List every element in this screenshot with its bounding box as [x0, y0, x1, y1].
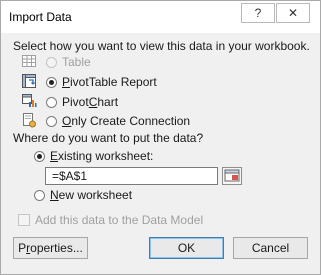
pivotchart-icon — [22, 94, 37, 107]
data-model-label: Add this data to the Data Model — [35, 213, 204, 227]
cell-reference-input[interactable]: =$A$1 — [45, 167, 218, 185]
existing-worksheet-label: Existing worksheet: — [50, 149, 154, 163]
pivottable-icon — [22, 74, 36, 88]
help-button[interactable]: ? — [241, 3, 275, 23]
pivottable-label: PivotTable Report — [62, 75, 157, 89]
properties-button[interactable]: Properties... — [13, 237, 88, 259]
ok-button[interactable]: OK — [149, 237, 224, 259]
pivotchart-radio[interactable] — [46, 97, 57, 108]
view-heading: Select how you want to view this data in… — [13, 39, 310, 53]
connection-label: Only Create Connection — [62, 114, 191, 128]
cancel-button[interactable]: Cancel — [233, 237, 308, 259]
new-worksheet-label: New worksheet — [50, 188, 133, 202]
new-worksheet-radio[interactable] — [34, 190, 45, 201]
existing-worksheet-radio[interactable] — [34, 151, 45, 162]
title-bar[interactable]: Import Data ? ✕ — [1, 1, 320, 33]
data-model-checkbox[interactable] — [18, 214, 30, 226]
pivotchart-label: PivotChart — [62, 95, 119, 109]
import-data-dialog: Import Data ? ✕ Select how you want to v… — [0, 0, 321, 275]
close-button[interactable]: ✕ — [276, 3, 310, 23]
range-select-icon — [224, 169, 240, 182]
collapse-dialog-button[interactable] — [222, 167, 242, 185]
dialog-title: Import Data — [9, 10, 72, 24]
table-label: Table — [62, 55, 91, 69]
destination-heading: Where do you want to put the data? — [13, 131, 204, 145]
pivottable-radio[interactable] — [46, 77, 57, 88]
connection-icon — [23, 113, 36, 128]
connection-radio[interactable] — [46, 116, 57, 127]
table-icon — [22, 55, 36, 67]
table-radio[interactable] — [46, 57, 57, 68]
dialog-body: Select how you want to view this data in… — [1, 33, 320, 274]
